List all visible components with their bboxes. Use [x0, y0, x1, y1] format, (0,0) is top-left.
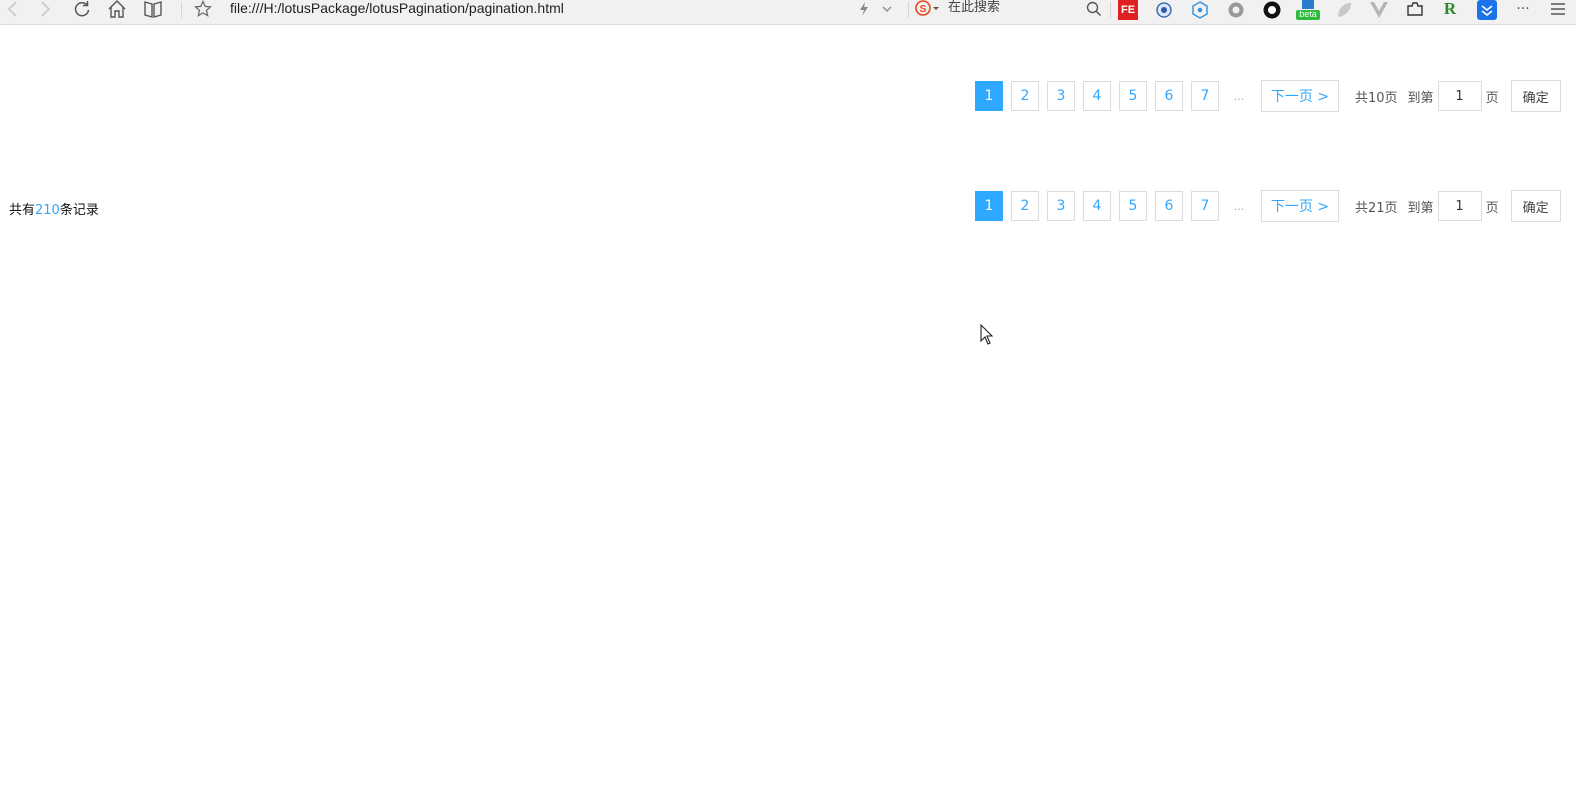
record-count-prefix: 共有 [9, 203, 36, 218]
page-button[interactable]: 6 [1155, 191, 1183, 221]
extension-icon[interactable] [1190, 0, 1210, 20]
page-ellipsis: ... [1233, 200, 1245, 213]
favorite-star-icon[interactable] [192, 0, 214, 18]
page-button-active[interactable]: 1 [975, 81, 1003, 111]
pagination-2: 1 2 3 4 5 6 7 ... 下一页 > 共21页 到第 页 确定 [975, 190, 1561, 222]
beta-label: beta [1299, 9, 1317, 19]
goto-label: 到第 [1407, 200, 1434, 216]
dropdown-icon[interactable] [876, 0, 898, 18]
address-bar[interactable]: file:///H:/lotusPackage/lotusPagination/… [230, 0, 564, 18]
page-button[interactable]: 2 [1011, 191, 1039, 221]
page-button[interactable]: 4 [1083, 81, 1111, 111]
vue-devtools-icon[interactable] [1369, 0, 1389, 20]
search-input[interactable]: 在此搜索 [948, 0, 1000, 18]
leaf-icon[interactable] [1334, 0, 1354, 20]
lightning-icon[interactable] [853, 0, 875, 18]
page-button[interactable]: 6 [1155, 81, 1183, 111]
pagination-1: 1 2 3 4 5 6 7 ... 下一页 > 共10页 到第 页 确定 [975, 80, 1561, 112]
toolbar-divider [1110, 2, 1111, 18]
back-icon[interactable] [2, 0, 24, 18]
page-button[interactable]: 5 [1119, 81, 1147, 111]
confirm-button[interactable]: 确定 [1510, 80, 1561, 112]
record-count: 共有210条记录 [9, 199, 99, 218]
page-unit-label: 页 [1485, 90, 1499, 106]
reload-icon[interactable] [71, 0, 93, 18]
sogou-search-icon[interactable]: S [914, 0, 940, 18]
gear-icon[interactable] [1226, 0, 1246, 20]
page-unit-label: 页 [1485, 200, 1499, 216]
toolbar-divider [908, 2, 909, 18]
home-icon[interactable] [106, 0, 128, 18]
mouse-cursor-icon [980, 323, 994, 350]
more-icon[interactable]: ··· [1512, 0, 1534, 18]
r-icon[interactable]: R [1440, 0, 1460, 20]
toolbar-divider [181, 2, 182, 18]
goto-label: 到第 [1407, 90, 1434, 106]
beta-extension-icon[interactable]: beta [1296, 0, 1320, 20]
goto-page-input[interactable] [1437, 81, 1482, 111]
page-button-active[interactable]: 1 [975, 191, 1003, 221]
circle-record-icon[interactable] [1262, 0, 1282, 20]
confirm-button[interactable]: 确定 [1510, 190, 1561, 222]
menu-icon[interactable] [1548, 0, 1568, 18]
next-page-button[interactable]: 下一页 > [1261, 80, 1339, 112]
page-button[interactable]: 2 [1011, 81, 1039, 111]
page-button[interactable]: 4 [1083, 191, 1111, 221]
page-button[interactable]: 3 [1047, 81, 1075, 111]
total-pages-label: 共10页 [1355, 90, 1398, 106]
extension-icon[interactable] [1154, 0, 1174, 20]
fe-helper-icon[interactable]: FE [1118, 0, 1138, 20]
page-ellipsis: ... [1233, 90, 1245, 103]
record-count-value: 210 [35, 203, 60, 218]
page-button[interactable]: 7 [1191, 191, 1219, 221]
browser-toolbar: file:///H:/lotusPackage/lotusPagination/… [0, 0, 1576, 25]
page-button[interactable]: 3 [1047, 191, 1075, 221]
svg-text:S: S [920, 4, 927, 15]
forward-icon[interactable] [34, 0, 56, 18]
download-icon[interactable] [1477, 0, 1497, 20]
record-count-suffix: 条记录 [59, 203, 99, 218]
screenshot-icon[interactable] [1405, 0, 1425, 20]
page-button[interactable]: 5 [1119, 191, 1147, 221]
search-icon[interactable] [1083, 0, 1105, 18]
goto-page-input[interactable] [1437, 191, 1482, 221]
page-button[interactable]: 7 [1191, 81, 1219, 111]
reading-view-icon[interactable] [142, 0, 164, 18]
total-pages-label: 共21页 [1355, 200, 1398, 216]
next-page-button[interactable]: 下一页 > [1261, 190, 1339, 222]
